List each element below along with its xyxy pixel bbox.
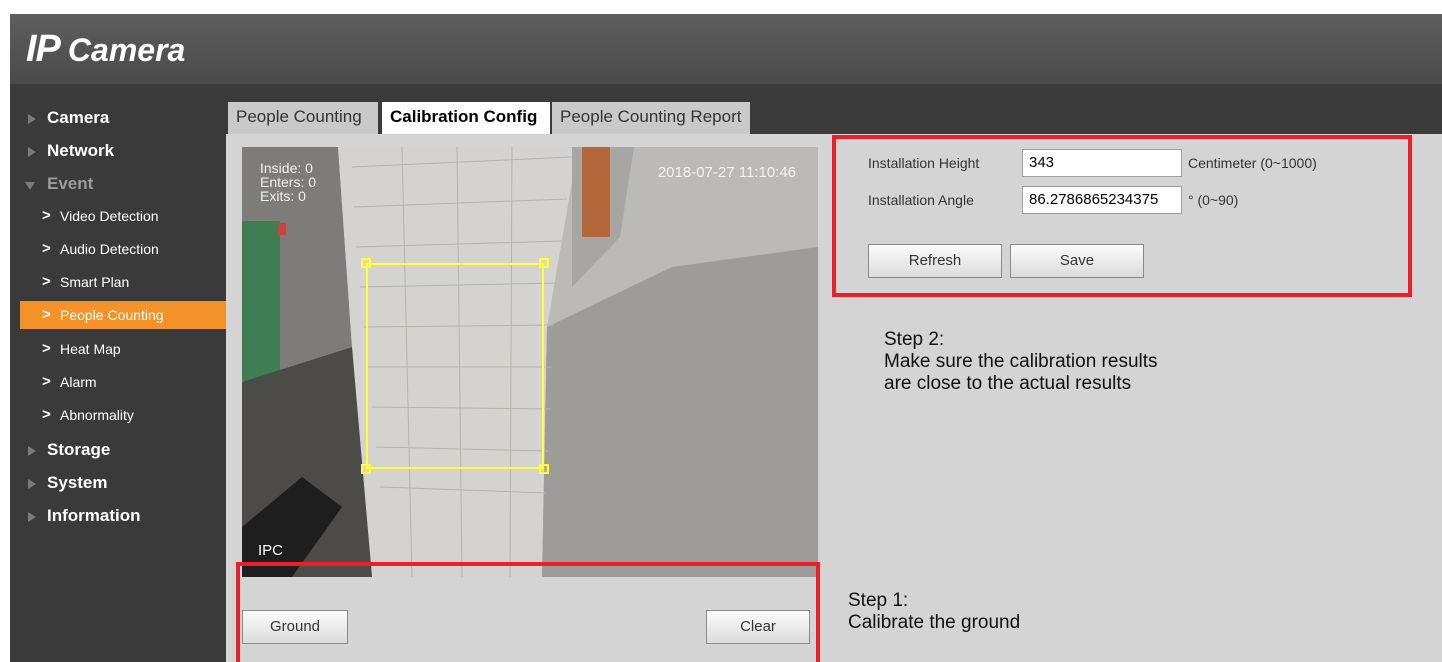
tab-people-counting-report[interactable]: People Counting Report — [552, 102, 750, 134]
sidebar-item-network[interactable]: Network — [10, 139, 226, 165]
calibration-handle-top-left[interactable] — [361, 258, 371, 268]
caret-right-icon — [28, 114, 36, 124]
header-bar: IP Camera — [10, 14, 1442, 84]
step2-annotation: Step 2: Make sure the calibration result… — [884, 329, 1158, 395]
sidebar: Camera Network Event > Video Detection >… — [10, 84, 226, 662]
sidebar-item-label: Information — [47, 506, 141, 525]
sidebar-item-information[interactable]: Information — [10, 504, 226, 530]
sidebar-subitem-label: Alarm — [60, 374, 97, 390]
sidebar-item-camera[interactable]: Camera — [10, 106, 226, 132]
app-logo: IP Camera — [26, 28, 185, 71]
sidebar-item-system[interactable]: System — [10, 471, 226, 497]
step2-line1: Make sure the calibration results — [884, 351, 1158, 372]
sidebar-item-storage[interactable]: Storage — [10, 438, 226, 464]
step1-annotation: Step 1: Calibrate the ground — [848, 590, 1020, 634]
sidebar-subitem-label: Audio Detection — [60, 241, 159, 257]
step1-line1: Calibrate the ground — [848, 612, 1021, 633]
tab-calibration-config[interactable]: Calibration Config — [382, 102, 550, 134]
chevron-right-icon: > — [42, 406, 51, 423]
sidebar-item-label: Event — [47, 174, 94, 193]
logo-ip: IP — [26, 28, 61, 70]
osd-enters: Enters: 0 — [260, 174, 317, 190]
sidebar-item-label: Camera — [47, 108, 110, 127]
highlight-box-calibration — [832, 135, 1412, 297]
chevron-right-icon: > — [42, 306, 51, 323]
calibration-handle-bottom-right[interactable] — [539, 464, 549, 474]
osd-channel-label: IPC — [258, 542, 284, 559]
highlight-box-ground — [236, 562, 820, 662]
sidebar-subitem-audio-detection[interactable]: > Audio Detection — [20, 235, 226, 263]
caret-right-icon — [28, 512, 36, 522]
sidebar-subitem-video-detection[interactable]: > Video Detection — [20, 202, 226, 230]
sidebar-item-label: Network — [47, 141, 115, 160]
chevron-right-icon: > — [42, 273, 51, 290]
sidebar-subitem-heat-map[interactable]: > Heat Map — [20, 335, 226, 363]
chevron-right-icon: > — [42, 373, 51, 390]
sidebar-item-event[interactable]: Event — [10, 172, 226, 198]
chevron-right-icon: > — [42, 240, 51, 257]
sidebar-subitem-label: Smart Plan — [60, 274, 130, 290]
caret-right-icon — [28, 446, 36, 456]
step1-title: Step 1: — [848, 590, 909, 611]
osd-inside: Inside: 0 — [260, 160, 313, 176]
caret-right-icon — [28, 147, 36, 157]
caret-down-icon — [25, 182, 35, 190]
sidebar-subitem-people-counting[interactable]: > People Counting — [20, 301, 226, 329]
sidebar-subitem-smart-plan[interactable]: > Smart Plan — [20, 268, 226, 296]
osd-counters: Inside: 0 Enters: 0 Exits: 0 — [260, 161, 316, 203]
logo-camera: Camera — [67, 32, 186, 68]
sidebar-item-label: Storage — [47, 440, 111, 459]
sidebar-subitem-abnormality[interactable]: > Abnormality — [20, 401, 226, 429]
sidebar-subitem-alarm[interactable]: > Alarm — [20, 368, 226, 396]
tab-people-counting[interactable]: People Counting — [228, 102, 378, 134]
sidebar-subitem-label: Video Detection — [60, 208, 159, 224]
calibration-handle-bottom-left[interactable] — [361, 464, 371, 474]
sidebar-item-label: System — [47, 473, 108, 492]
osd-exits: Exits: 0 — [260, 188, 306, 204]
sidebar-subitem-label: Heat Map — [60, 341, 121, 357]
app-window: IP Camera Camera Network Event > Video De… — [10, 14, 1442, 662]
video-preview[interactable]: Inside: 0 Enters: 0 Exits: 0 2018-07-27 … — [242, 147, 818, 577]
caret-right-icon — [28, 479, 36, 489]
calibration-handle-top-right[interactable] — [539, 258, 549, 268]
calibration-rectangle[interactable] — [366, 263, 544, 469]
step2-line2: are close to the actual results — [884, 373, 1132, 394]
step2-title: Step 2: — [884, 329, 945, 350]
sidebar-subitem-label: People Counting — [60, 307, 164, 323]
chevron-right-icon: > — [42, 207, 51, 224]
osd-timestamp: 2018-07-27 11:10:46 — [657, 164, 796, 181]
chevron-right-icon: > — [42, 340, 51, 357]
sidebar-subitem-label: Abnormality — [60, 407, 134, 423]
